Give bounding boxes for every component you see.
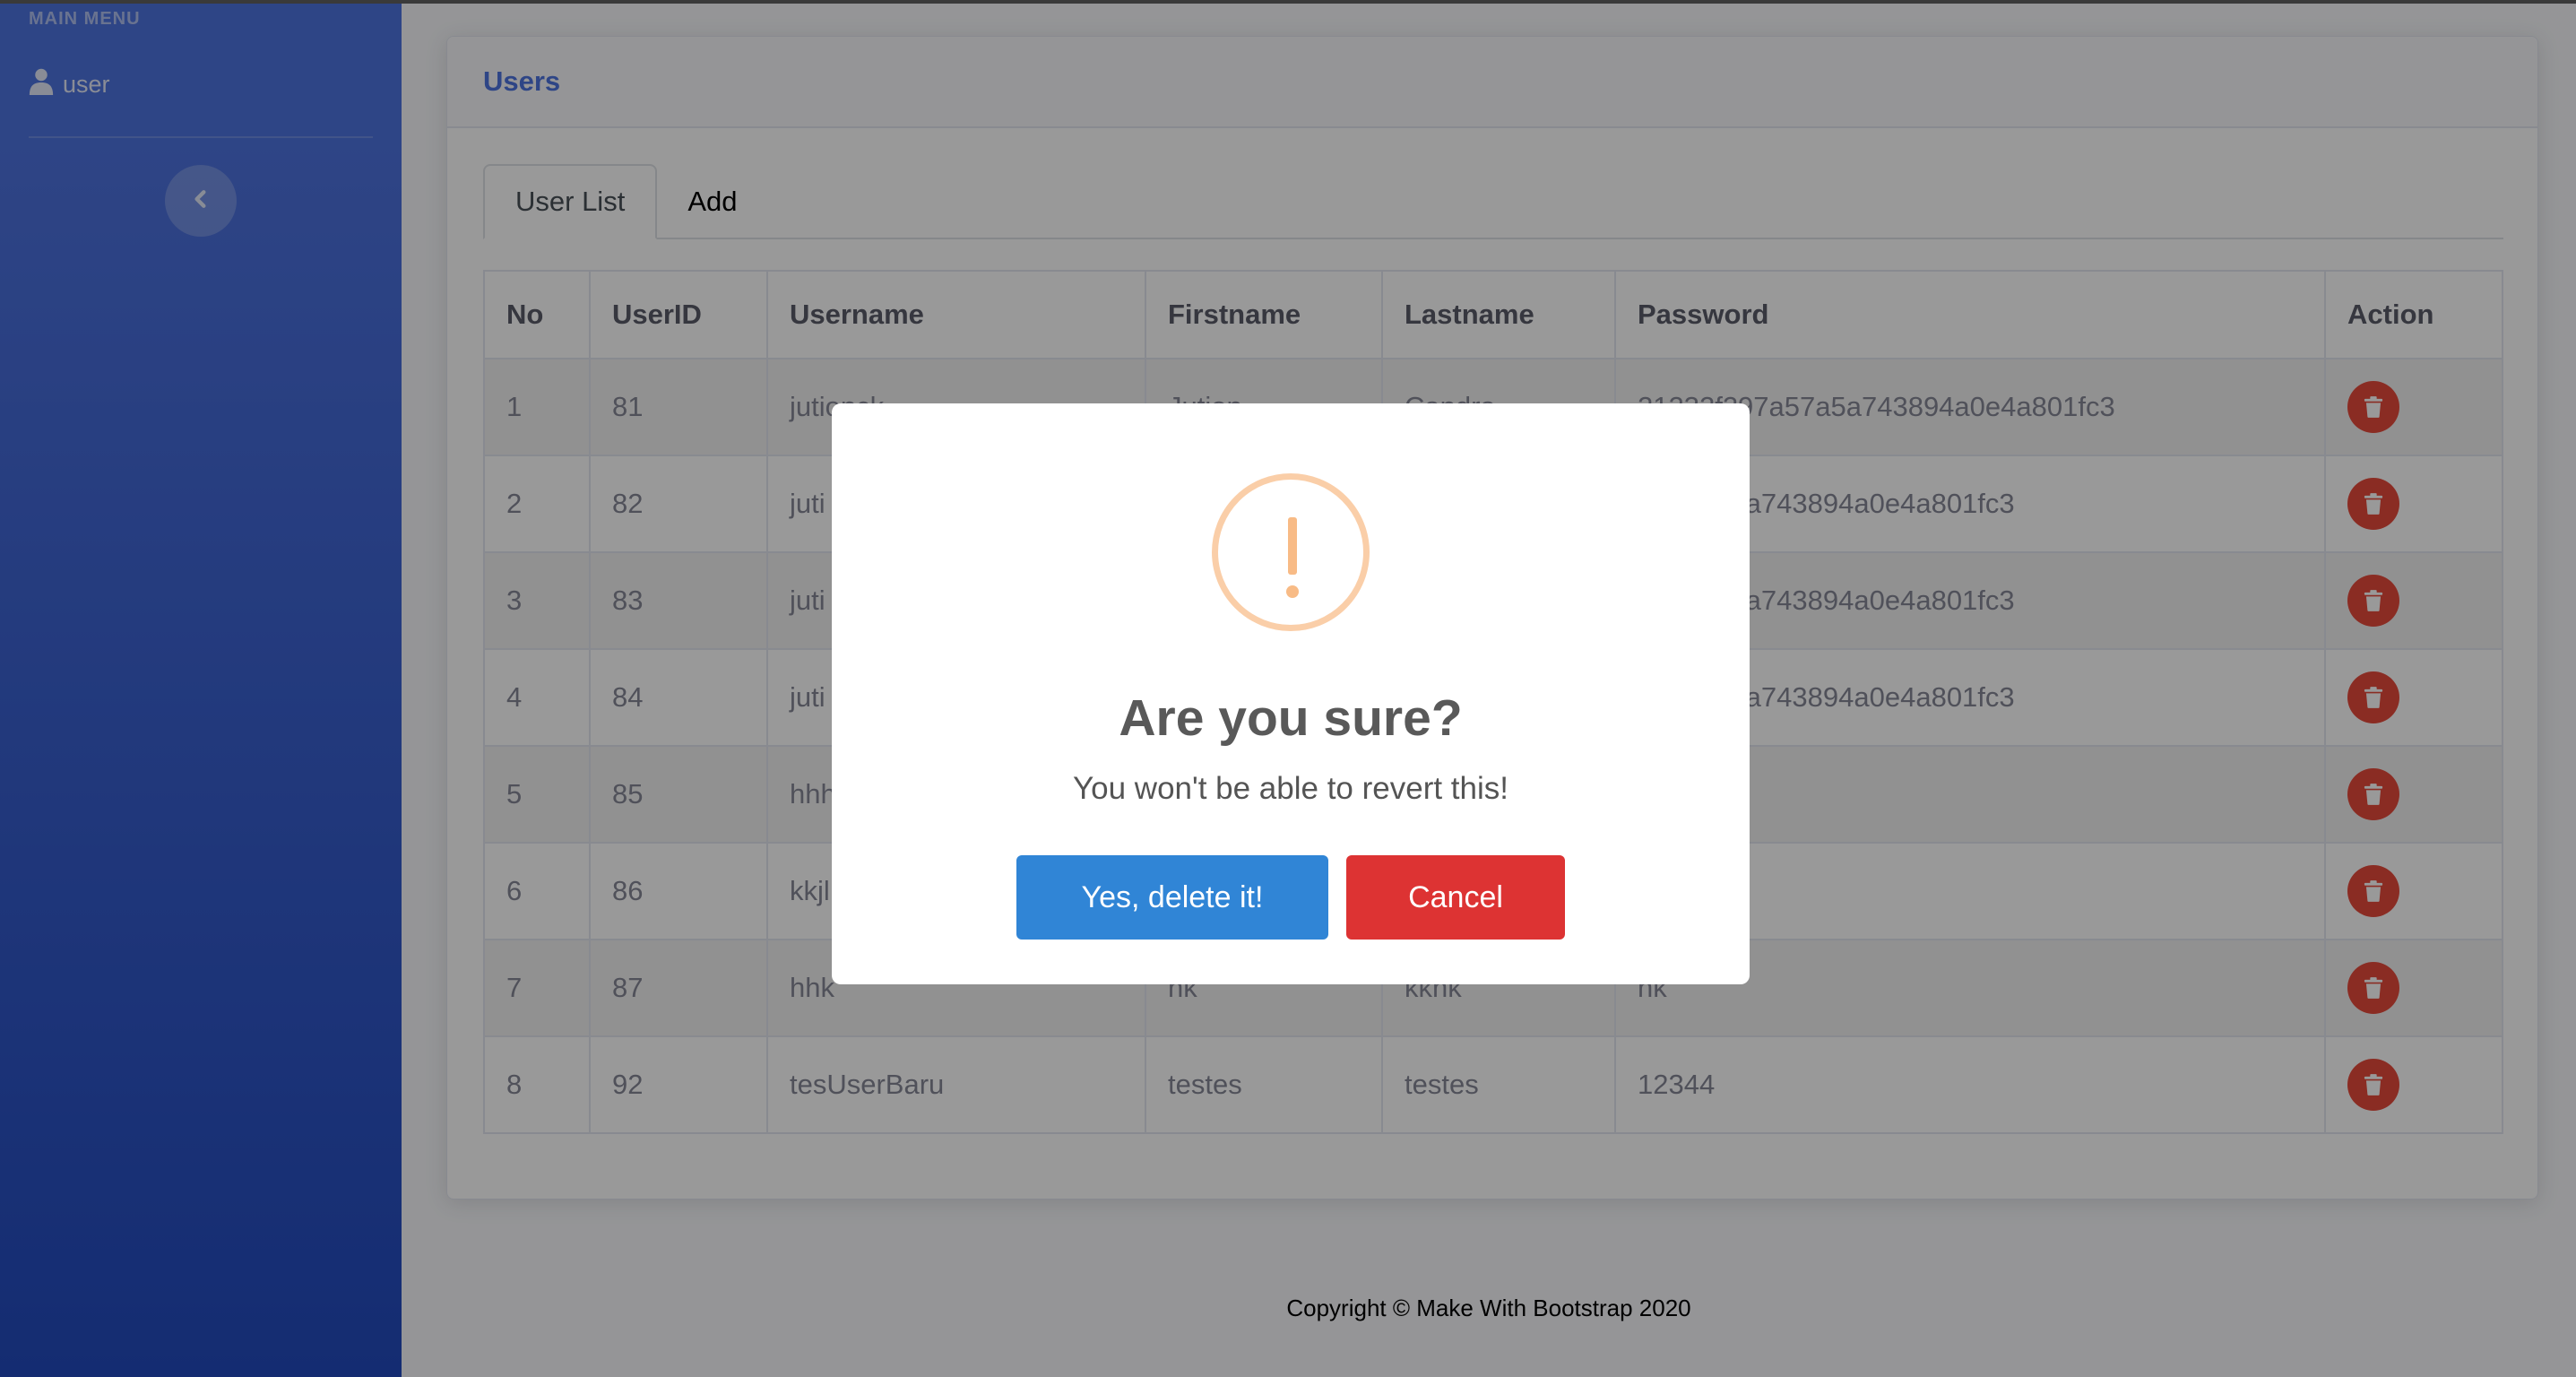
dialog-title: Are you sure? [1119,689,1463,747]
confirm-dialog: Are you sure? You won't be able to rever… [832,403,1750,984]
cancel-button[interactable]: Cancel [1346,855,1565,940]
page: MAIN MENU user Users User List Add No Us… [0,0,2576,1377]
confirm-delete-button[interactable]: Yes, delete it! [1016,855,1328,940]
dialog-text: You won't be able to revert this! [1073,771,1508,806]
dialog-actions: Yes, delete it! Cancel [832,855,1750,940]
warning-icon [1212,473,1370,631]
